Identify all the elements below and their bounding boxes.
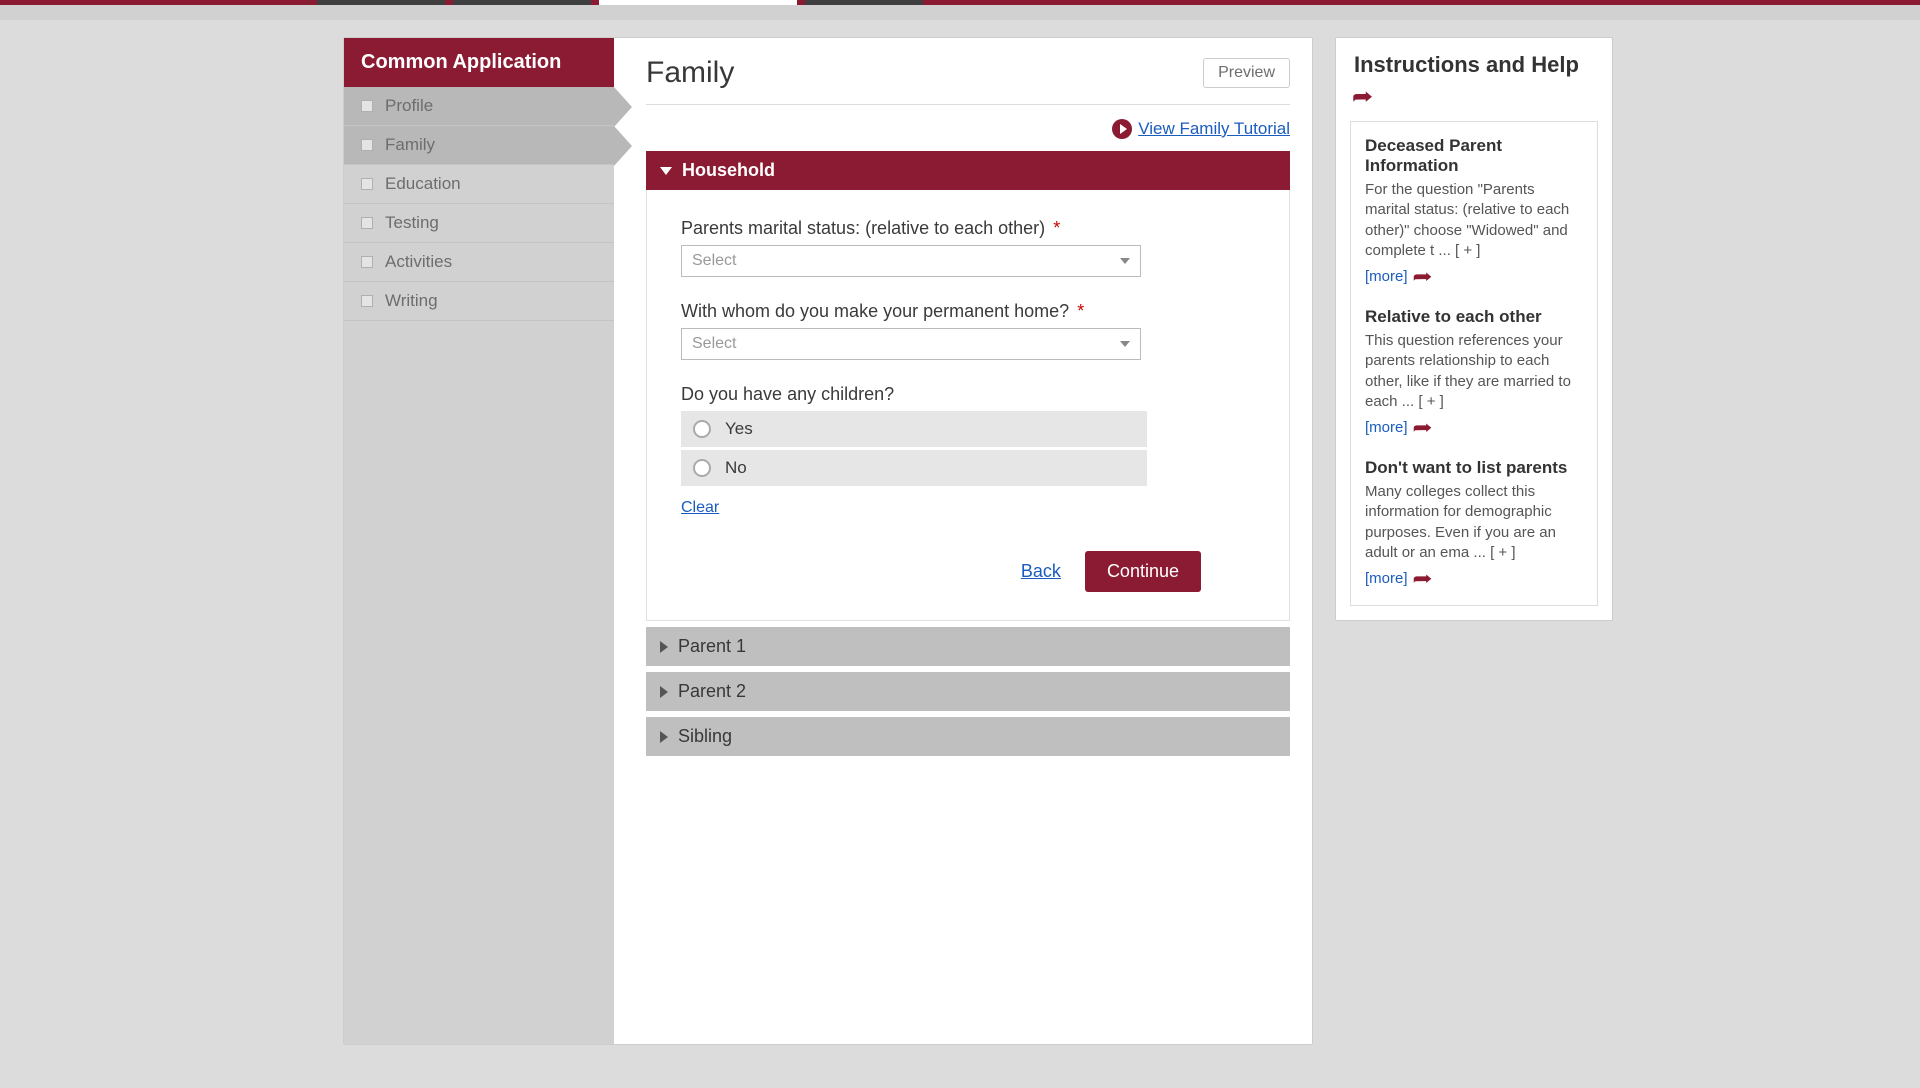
section-label: Household [682, 160, 775, 181]
help-item-text: This question references your parents re… [1365, 331, 1583, 412]
marital-status-select[interactable]: Select [681, 245, 1141, 277]
chevron-right-icon [660, 731, 668, 743]
sidebar-item-writing[interactable]: Writing [344, 282, 614, 321]
field-label-marital: Parents marital status: (relative to eac… [681, 218, 1261, 239]
select-placeholder: Select [692, 252, 736, 270]
section-parent1-header[interactable]: Parent 1 [646, 627, 1290, 666]
more-link[interactable]: [more] ➦ [1365, 264, 1583, 289]
main-pane: Family Preview View Family Tutorial Hous… [614, 38, 1312, 1044]
help-item-title: Deceased Parent Information [1365, 136, 1583, 176]
children-no-radio[interactable]: No [681, 450, 1147, 486]
chevron-down-icon [1120, 258, 1130, 264]
continue-button[interactable]: Continue [1085, 551, 1201, 592]
sidebar-item-label: Family [385, 135, 435, 155]
field-label-home: With whom do you make your permanent hom… [681, 301, 1261, 322]
top-tab-2[interactable] [453, 0, 591, 5]
sidebar-item-family[interactable]: Family [344, 126, 614, 165]
top-tab-1[interactable] [317, 0, 445, 5]
help-body: Deceased Parent Information For the ques… [1350, 121, 1598, 606]
checkbox-icon [361, 139, 373, 151]
children-yes-radio[interactable]: Yes [681, 411, 1147, 447]
page-title: Family [646, 56, 734, 90]
more-link[interactable]: [more] ➦ [1365, 566, 1583, 591]
clear-link[interactable]: Clear [681, 499, 719, 517]
share-arrow-icon: ➦ [1352, 84, 1372, 109]
help-item: Don't want to list parents Many colleges… [1365, 458, 1583, 591]
checkbox-icon [361, 217, 373, 229]
required-icon: * [1053, 218, 1060, 238]
checkbox-icon [361, 295, 373, 307]
sidebar-header: Common Application [344, 38, 614, 87]
help-item-title: Don't want to list parents [1365, 458, 1583, 478]
top-nav [0, 5, 1920, 20]
more-link[interactable]: [more] ➦ [1365, 415, 1583, 440]
sidebar: Common Application Profile Family Educat… [344, 38, 614, 1044]
main-card: Common Application Profile Family Educat… [343, 37, 1313, 1045]
permanent-home-select[interactable]: Select [681, 328, 1141, 360]
chevron-right-icon [660, 686, 668, 698]
sidebar-item-label: Testing [385, 213, 439, 233]
top-tab-3[interactable] [599, 0, 797, 5]
sidebar-item-activities[interactable]: Activities [344, 243, 614, 282]
sidebar-item-education[interactable]: Education [344, 165, 614, 204]
section-household-body: Parents marital status: (relative to eac… [646, 190, 1290, 621]
chevron-down-icon [1120, 341, 1130, 347]
checkbox-icon [361, 256, 373, 268]
chevron-right-icon [660, 641, 668, 653]
sidebar-item-label: Profile [385, 96, 433, 116]
help-item-title: Relative to each other [1365, 307, 1583, 327]
share-arrow-icon: ➦ [1412, 415, 1432, 440]
sidebar-item-label: Writing [385, 291, 438, 311]
select-placeholder: Select [692, 335, 736, 353]
section-household-header[interactable]: Household [646, 151, 1290, 190]
section-label: Parent 2 [678, 681, 746, 702]
play-icon [1112, 119, 1132, 139]
share-arrow-icon: ➦ [1412, 264, 1432, 289]
field-label-children: Do you have any children? [681, 384, 1261, 405]
help-title: Instructions and Help ➦ [1336, 52, 1612, 121]
required-icon: * [1077, 301, 1084, 321]
checkbox-icon [361, 100, 373, 112]
help-card: Instructions and Help ➦ Deceased Parent … [1335, 37, 1613, 621]
accordion: Household Parents marital status: (relat… [646, 151, 1290, 756]
radio-label: Yes [725, 419, 753, 439]
help-item-text: For the question "Parents marital status… [1365, 180, 1583, 261]
back-link[interactable]: Back [1021, 561, 1061, 582]
view-tutorial-link[interactable]: View Family Tutorial [1138, 119, 1290, 139]
sidebar-item-profile[interactable]: Profile [344, 87, 614, 126]
sidebar-item-testing[interactable]: Testing [344, 204, 614, 243]
radio-icon [693, 420, 711, 438]
section-label: Parent 1 [678, 636, 746, 657]
sidebar-item-label: Education [385, 174, 461, 194]
checkbox-icon [361, 178, 373, 190]
help-item: Deceased Parent Information For the ques… [1365, 136, 1583, 289]
section-label: Sibling [678, 726, 732, 747]
help-item-text: Many colleges collect this information f… [1365, 482, 1583, 563]
section-parent2-header[interactable]: Parent 2 [646, 672, 1290, 711]
preview-button[interactable]: Preview [1203, 58, 1290, 88]
top-tab-4[interactable] [805, 0, 923, 5]
help-item: Relative to each other This question ref… [1365, 307, 1583, 440]
section-sibling-header[interactable]: Sibling [646, 717, 1290, 756]
radio-label: No [725, 458, 747, 478]
sidebar-item-label: Activities [385, 252, 452, 272]
radio-icon [693, 459, 711, 477]
chevron-down-icon [660, 167, 672, 175]
share-arrow-icon: ➦ [1412, 566, 1432, 591]
